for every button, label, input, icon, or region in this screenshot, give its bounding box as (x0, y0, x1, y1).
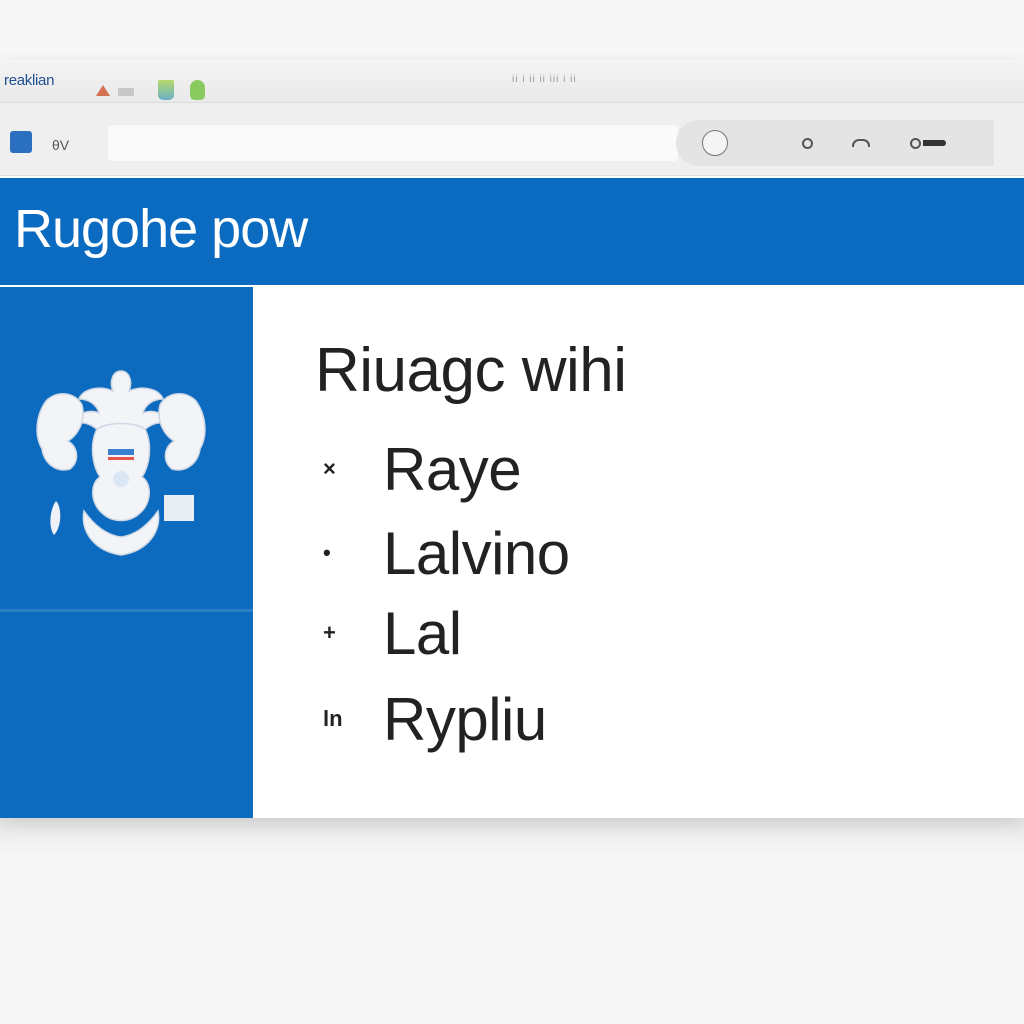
tab-icons (96, 80, 205, 100)
toolbar-actions (676, 120, 994, 166)
list-item[interactable]: × Raye (323, 429, 522, 509)
cloud-icon (852, 139, 870, 147)
list-item-label: Rypliu (383, 685, 547, 753)
cup-icon[interactable] (158, 80, 174, 100)
browser-window: reaklian ii i ii ii iii i ii θV Rugohe p… (0, 60, 1024, 818)
content-heading: Riuagc wihi (315, 336, 627, 405)
coat-of-arms-icon (36, 370, 206, 556)
key-shaft (923, 140, 946, 146)
list-item-label: Lal (383, 599, 462, 667)
sidebar-emblem-panel[interactable] (0, 287, 253, 609)
list-item[interactable]: ln Rypliu (323, 679, 547, 759)
page-header: Rugohe pow (0, 178, 1024, 285)
window-shadow (0, 818, 1024, 858)
sidebar (0, 287, 253, 818)
list-item-label: Lalvino (383, 519, 570, 587)
list-item[interactable]: + Lal (323, 593, 462, 673)
settings-dot-button[interactable] (794, 130, 820, 156)
folder-icon (118, 87, 134, 96)
key-icon (910, 137, 946, 149)
key-ring (910, 137, 921, 149)
key-button[interactable] (898, 130, 958, 156)
plus-icon: + (323, 620, 336, 645)
toolbar-label[interactable]: θV (52, 137, 69, 153)
list-item-label: Raye (383, 435, 522, 503)
warning-icon (96, 84, 110, 96)
app-icon[interactable] (10, 131, 32, 153)
address-input[interactable] (108, 125, 678, 161)
address-bar[interactable] (108, 125, 678, 161)
settings-dot-icon (801, 137, 813, 149)
tab-label[interactable]: reaklian (4, 72, 54, 89)
toolbar: θV (0, 103, 1024, 176)
avatar-icon (702, 130, 728, 156)
sidebar-lower-panel[interactable] (0, 612, 253, 818)
avatar-button[interactable] (702, 130, 728, 156)
bulb-icon[interactable] (190, 80, 205, 100)
close-icon: × (323, 456, 336, 481)
main-content: Riuagc wihi × Raye • Lalvino + Lal ln Ry… (253, 287, 1024, 818)
list-item[interactable]: • Lalvino (323, 513, 570, 593)
page-title: Rugohe pow (14, 199, 308, 259)
title-bar: reaklian ii i ii ii iii i ii (0, 60, 1024, 103)
window-title: ii i ii ii iii i ii (512, 74, 577, 85)
list-marker: ln (323, 706, 343, 731)
bullet-icon: • (323, 540, 331, 565)
cloud-button[interactable] (848, 130, 874, 156)
